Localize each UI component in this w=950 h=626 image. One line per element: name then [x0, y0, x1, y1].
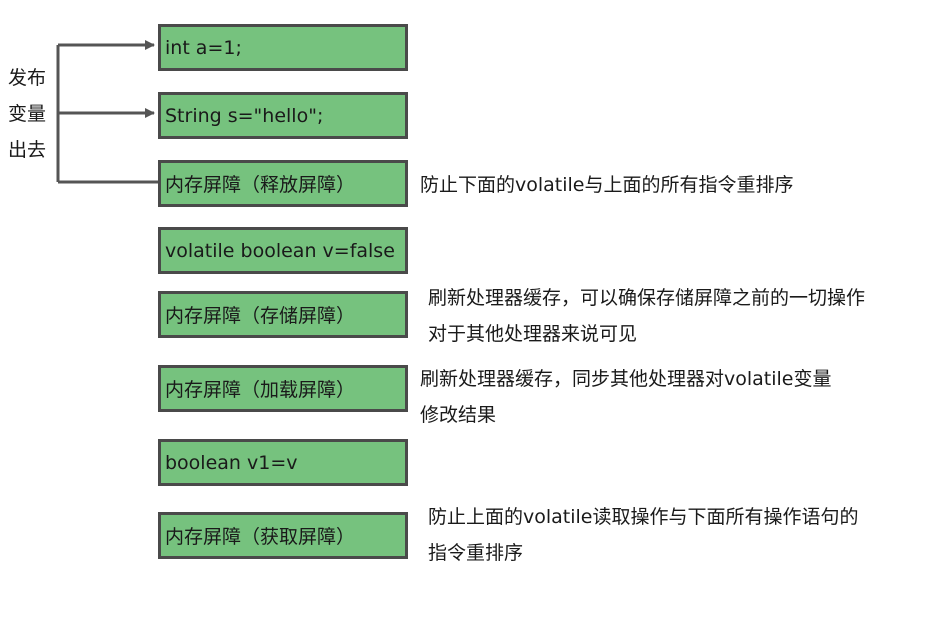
box-string-s: String s="hello";	[158, 92, 408, 139]
box-int-a: int a=1;	[158, 24, 408, 71]
note-acquire: 防止上面的volatile读取操作与下面所有操作语句的 指令重排序	[428, 499, 859, 571]
note-line: 刷新处理器缓存，同步其他处理器对volatile变量	[420, 368, 832, 390]
box-volatile-boolean: volatile boolean v=false	[158, 227, 408, 274]
box-acquire-barrier: 内存屏障（获取屏障）	[158, 512, 408, 559]
note-line: 修改结果	[420, 404, 497, 426]
note-line: 刷新处理器缓存，可以确保存储屏障之前的一切操作	[428, 287, 866, 309]
note-line: 指令重排序	[428, 542, 524, 564]
box-release-barrier: 内存屏障（释放屏障）	[158, 160, 408, 207]
box-load-barrier: 内存屏障（加载屏障）	[158, 365, 408, 412]
note-line: 对于其他处理器来说可见	[428, 323, 638, 345]
note-store: 刷新处理器缓存，可以确保存储屏障之前的一切操作 对于其他处理器来说可见	[428, 280, 865, 352]
side-label-line: 发布	[8, 67, 47, 89]
box-boolean-v1: boolean v1=v	[158, 439, 408, 486]
note-line: 防止上面的volatile读取操作与下面所有操作语句的	[428, 506, 859, 528]
note-load: 刷新处理器缓存，同步其他处理器对volatile变量 修改结果	[420, 361, 832, 433]
side-label-line: 出去	[8, 139, 47, 161]
note-release: 防止下面的volatile与上面的所有指令重排序	[420, 167, 794, 203]
side-label: 发布 变量 出去	[8, 60, 52, 168]
note-line: 防止下面的volatile与上面的所有指令重排序	[420, 174, 794, 196]
side-label-line: 变量	[8, 103, 47, 125]
box-store-barrier: 内存屏障（存储屏障）	[158, 291, 408, 338]
